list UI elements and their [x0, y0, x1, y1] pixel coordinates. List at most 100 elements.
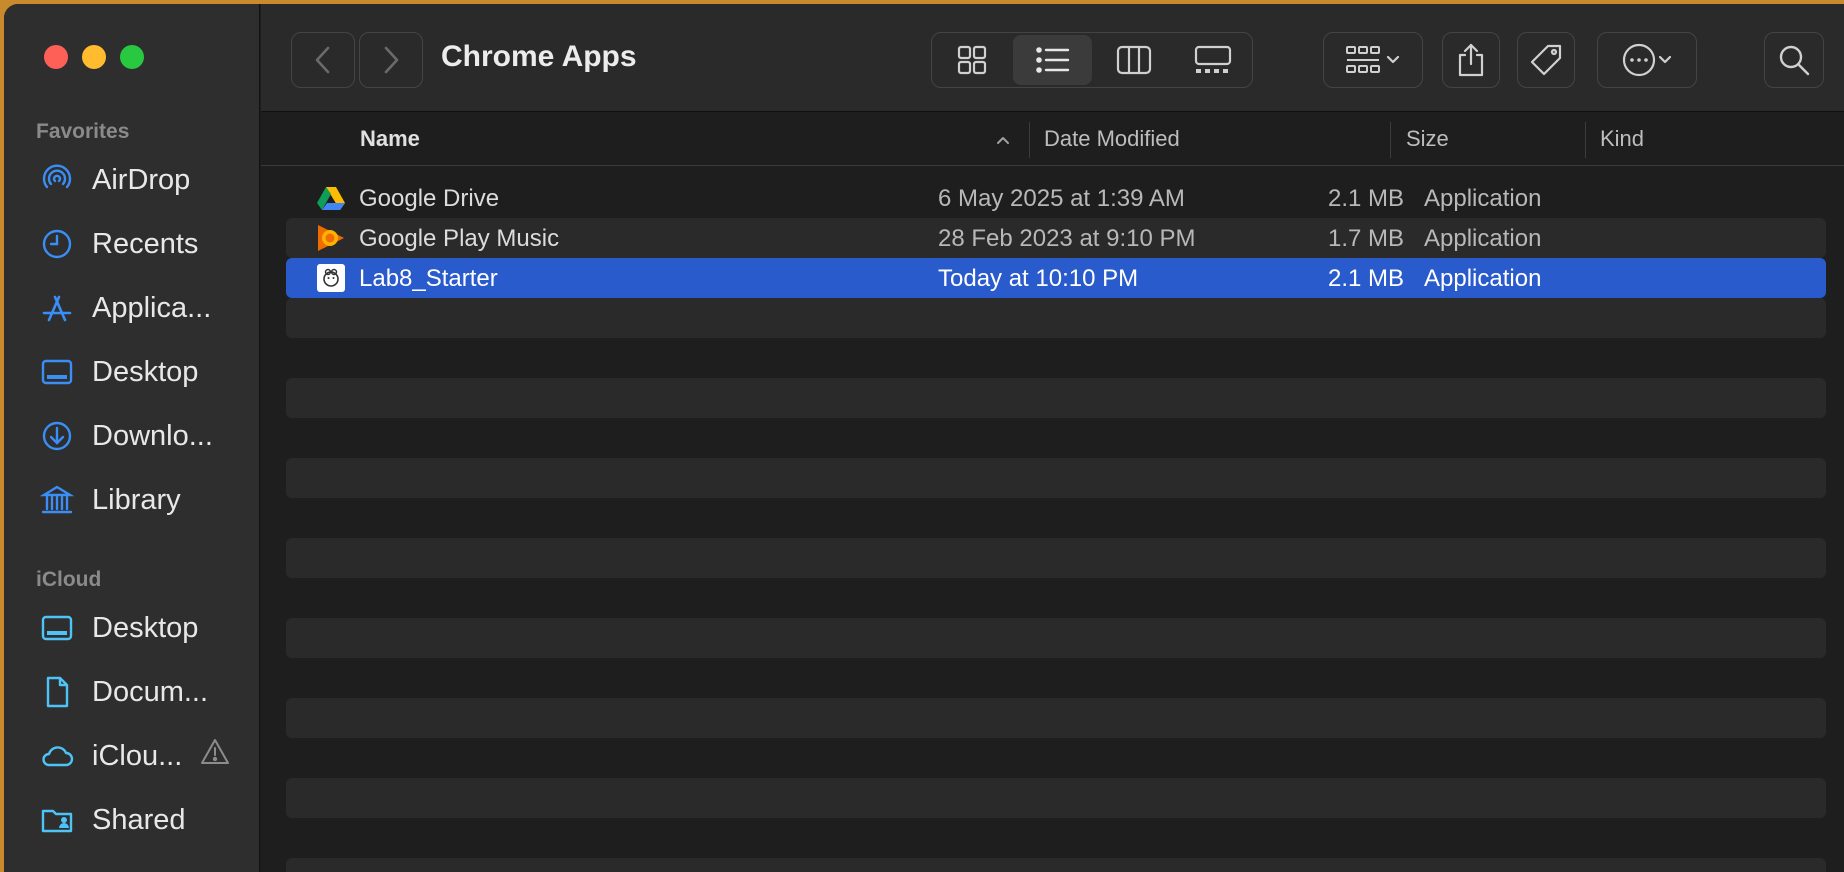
clock-icon	[38, 225, 76, 263]
google-drive-icon	[317, 187, 345, 210]
list-icon	[1035, 47, 1069, 73]
chevron-left-icon	[315, 46, 330, 74]
share-button[interactable]	[1442, 32, 1500, 88]
icloud-section-label: iCloud	[36, 568, 102, 591]
file-date-modified: 6 May 2025 at 1:39 AM	[938, 185, 1185, 212]
column-divider[interactable]	[1029, 122, 1030, 158]
gallery-icon	[1194, 45, 1231, 73]
file-name: Lab8_Starter	[359, 265, 498, 292]
file-size: 1.7 MB	[1327, 225, 1404, 252]
main-pane: Chrome Apps Name Date Modified Size Kind…	[261, 4, 1844, 872]
sidebar-item-shared[interactable]: Shared	[38, 794, 248, 846]
close-button[interactable]	[44, 45, 68, 69]
sidebar-item-applications[interactable]: Applica...	[38, 282, 248, 334]
file-date-modified: 28 Feb 2023 at 9:10 PM	[938, 225, 1196, 252]
file-list: Google Drive 6 May 2025 at 1:39 AM 2.1 M…	[286, 178, 1826, 872]
window-controls	[44, 45, 144, 69]
sidebar-item-desktop[interactable]: Desktop	[38, 346, 248, 398]
column-header-kind[interactable]: Kind	[1600, 126, 1644, 152]
empty-row	[286, 538, 1826, 578]
favorites-section-label: Favorites	[36, 120, 130, 143]
sidebar-item-icloud-drive[interactable]: iClou...	[38, 730, 248, 782]
file-row-google-play-music[interactable]: Google Play Music 28 Feb 2023 at 9:10 PM…	[286, 218, 1826, 258]
more-actions-button[interactable]	[1597, 32, 1697, 88]
list-view-button[interactable]	[1013, 35, 1092, 85]
gallery-view-button[interactable]	[1173, 33, 1252, 87]
applications-icon	[38, 289, 76, 327]
sidebar-item-label: AirDrop	[92, 163, 191, 196]
desktop-icon	[38, 353, 76, 391]
empty-row	[286, 338, 1826, 378]
empty-row	[286, 378, 1826, 418]
column-header-size[interactable]: Size	[1406, 126, 1449, 152]
sidebar-item-library[interactable]: Library	[38, 474, 248, 526]
share-icon	[1458, 43, 1484, 77]
column-divider[interactable]	[1390, 122, 1391, 158]
empty-row	[286, 738, 1826, 778]
minimize-button[interactable]	[82, 45, 106, 69]
empty-row	[286, 818, 1826, 858]
back-button[interactable]	[291, 32, 355, 88]
warning-icon[interactable]	[200, 737, 230, 775]
empty-row	[286, 778, 1826, 818]
file-name: Google Drive	[359, 185, 500, 212]
column-view-button[interactable]	[1094, 33, 1173, 87]
file-size: 2.1 MB	[1327, 265, 1404, 292]
empty-row	[286, 578, 1826, 618]
grid-icon	[957, 45, 986, 75]
chevron-down-icon	[1658, 55, 1672, 64]
file-name: Google Play Music	[359, 225, 560, 252]
sidebar-item-label: Desktop	[92, 355, 199, 388]
file-row-lab8-starter[interactable]: Lab8_Starter Today at 10:10 PM 2.1 MB Ap…	[286, 258, 1826, 298]
desktop-icon	[38, 609, 76, 647]
toolbar: Chrome Apps	[261, 4, 1844, 112]
column-header-name[interactable]: Name	[360, 126, 420, 152]
sort-ascending-icon[interactable]	[995, 134, 1011, 146]
sidebar-item-label: iClou...	[92, 739, 183, 772]
column-header-date-modified[interactable]: Date Modified	[1044, 126, 1180, 152]
empty-row	[286, 458, 1826, 498]
forward-button[interactable]	[359, 32, 423, 88]
sidebar-item-label: Library	[92, 483, 181, 516]
file-date-modified: Today at 10:10 PM	[938, 265, 1139, 292]
sidebar-item-downloads[interactable]: Downlo...	[38, 410, 248, 462]
sidebar-item-icloud-documents[interactable]: Docum...	[38, 666, 248, 718]
column-divider[interactable]	[1585, 122, 1586, 158]
icon-view-button[interactable]	[932, 33, 1011, 87]
file-kind: Application	[1424, 265, 1542, 292]
empty-row	[286, 498, 1826, 538]
empty-row	[286, 418, 1826, 458]
search-icon	[1779, 45, 1810, 76]
finder-window: Favorites AirDrop Recents Applica... Des…	[4, 4, 1844, 872]
shared-folder-icon	[38, 801, 76, 839]
window-title: Chrome Apps	[441, 40, 637, 73]
group-icon	[1346, 46, 1380, 73]
download-icon	[38, 417, 76, 455]
empty-row	[286, 858, 1826, 872]
sidebar-item-label: Docum...	[92, 675, 209, 708]
search-button[interactable]	[1764, 32, 1824, 88]
empty-row	[286, 698, 1826, 738]
sidebar: Favorites AirDrop Recents Applica... Des…	[4, 4, 260, 872]
ellipsis-circle-icon	[1622, 43, 1656, 77]
sidebar-item-recents[interactable]: Recents	[38, 218, 248, 270]
sidebar-item-label: Desktop	[92, 611, 199, 644]
tags-button[interactable]	[1517, 32, 1575, 88]
sidebar-item-airdrop[interactable]: AirDrop	[38, 154, 248, 206]
file-kind: Application	[1424, 185, 1542, 212]
empty-row	[286, 618, 1826, 658]
tag-icon	[1530, 44, 1562, 76]
google-play-music-icon	[318, 225, 344, 251]
column-header-row: Name Date Modified Size Kind	[261, 112, 1844, 166]
document-icon	[38, 673, 76, 711]
cloud-icon	[38, 737, 76, 775]
columns-icon	[1116, 45, 1151, 75]
chevron-down-icon	[1386, 55, 1400, 64]
airdrop-icon	[38, 161, 76, 199]
zoom-button[interactable]	[120, 45, 144, 69]
group-by-button[interactable]	[1323, 32, 1423, 88]
empty-row	[286, 298, 1826, 338]
file-row-google-drive[interactable]: Google Drive 6 May 2025 at 1:39 AM 2.1 M…	[286, 178, 1826, 218]
view-mode-group	[931, 32, 1253, 88]
sidebar-item-icloud-desktop[interactable]: Desktop	[38, 602, 248, 654]
